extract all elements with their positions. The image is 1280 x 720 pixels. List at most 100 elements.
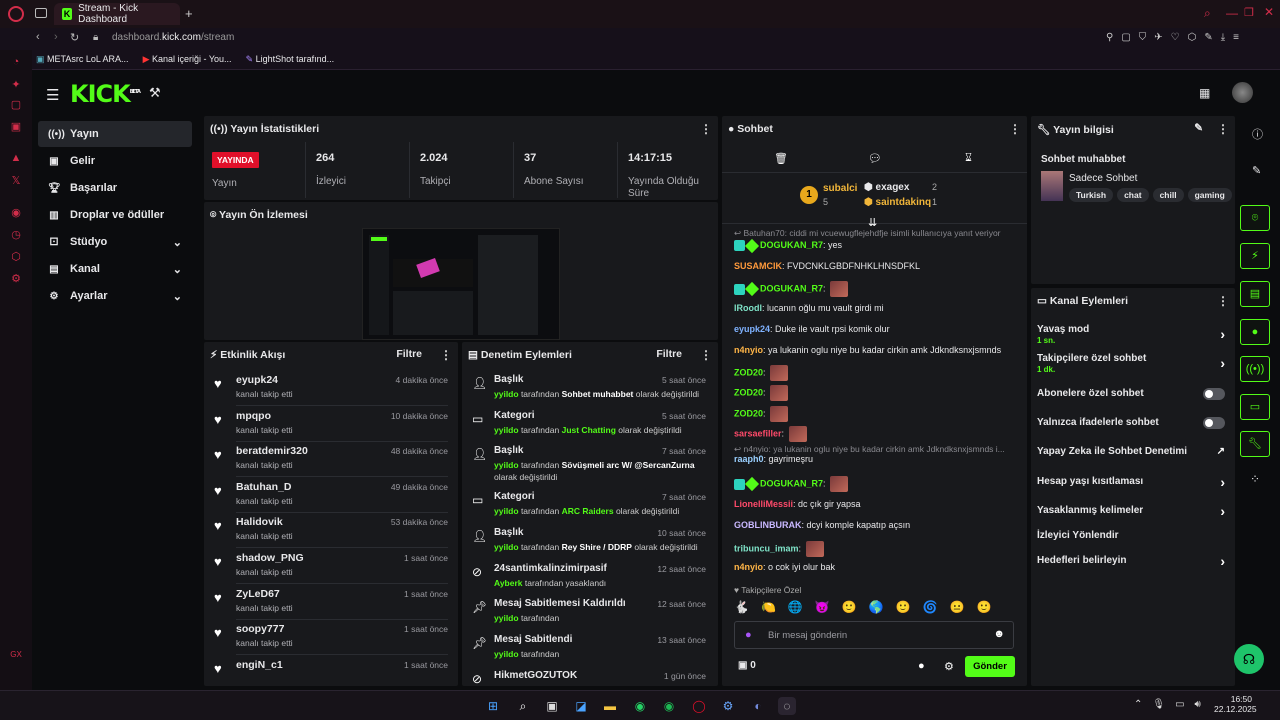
activity-item[interactable]: ♥ eyupk24 kanalı takip etti 4 dakika önce [204,368,458,406]
moderator-name[interactable]: Ayberk [494,578,523,588]
toggle-switch[interactable] [1203,417,1225,429]
chat-points[interactable]: ▣ 0 [738,660,756,671]
activity-item[interactable]: ♥ mpqpo kanalı takip etti 10 dakika önce [204,404,458,442]
tab-stream[interactable]: K Stream - Kick Dashboard [54,3,180,25]
folder-icon[interactable]: ▬ [601,697,619,715]
category-thumbnail[interactable] [1041,171,1063,201]
chat-message[interactable]: eyupk24: Duke ile vault rpsi komik olur [734,324,890,334]
sidebar-item-3[interactable]: ▥ Droplar ve ödüller [38,202,192,228]
opera-icon-4[interactable]: ▣ [0,120,32,133]
category-name[interactable]: Sadece Sohbet [1069,173,1137,184]
chat-message[interactable]: LionelliMessii: dc çık gir yapsa [734,499,861,509]
chat-username[interactable]: raaph0 [734,454,764,464]
chat-message[interactable]: sarsaefiller: [734,426,807,442]
activity-user[interactable]: Batuhan_D [236,481,291,493]
chat-username[interactable]: n4nyio [734,562,763,572]
activity-user[interactable]: shadow_PNG [236,552,304,564]
chat-input[interactable]: ● Bir mesaj gönderin ☻ [734,621,1014,649]
chat-username[interactable]: tribuncu_imam [734,543,799,553]
channel-action-item[interactable]: Abonelere özel sohbet [1031,388,1235,412]
chat-menu-icon[interactable]: ⋮ [1009,122,1021,136]
chat-message[interactable]: SUSAMCIK: FVDCNKLGBDFNHKLHNSDFKL [734,261,920,271]
channel-action-item[interactable]: Takipçilere özel sohbet 1 dk. › [1031,353,1235,377]
activity-menu-icon[interactable]: ⋮ [440,348,452,362]
chat-username[interactable]: DOGUKAN_R7 [760,240,823,250]
tag-turkish[interactable]: Turkish [1069,188,1114,202]
spotify-icon[interactable]: ◉ [660,697,678,715]
windows-start-icon[interactable]: ⊞ [484,697,502,715]
activity-item[interactable]: ♥ Batuhan_D kanalı takip etti 49 dakika önc… [204,475,458,513]
chevron-right-icon[interactable]: › [1220,503,1225,519]
back-icon[interactable]: ‹ [36,31,40,43]
chevron-down-icon[interactable]: ⌄ [173,263,182,276]
activity-user[interactable]: eyupk24 [236,374,278,386]
toggle-switch[interactable] [1203,388,1225,400]
channel-action-item[interactable]: Hesap yaşı kısıtlaması › [1031,474,1235,500]
external-link-icon[interactable]: ↗ [1217,446,1225,457]
channel-action-item[interactable]: Yapay Zeka ile Sohbet Denetimi ↗ [1031,446,1235,470]
reload-icon[interactable]: ↻ [70,31,79,44]
chat-username[interactable]: eyupk24 [734,324,770,334]
sidebar-item-4[interactable]: ⚀ Stüdyo ⌄ [38,229,192,255]
mic-icon[interactable]: ● [745,629,752,641]
chat-bubble-icon[interactable]: 💬︎ [868,152,882,165]
chevron-down-icon[interactable]: ⌄ [173,236,182,249]
chat-username[interactable]: DOGUKAN_R7 [760,283,823,293]
x-icon[interactable]: 𝕏 [0,174,32,187]
sidebar-item-6[interactable]: ⚙ Ayarlar ⌄ [38,283,192,309]
chat-message[interactable]: GOBLINBURAK: dcyi komple kapatıp açsın [734,520,910,530]
activity-user[interactable]: Halidovik [236,516,283,528]
tray-icons[interactable]: ⌃🎙︎▭🔊︎ [1134,699,1211,710]
chat-message[interactable]: n4nyio: o cok iyi olur bak [734,562,835,572]
opera-icon-5[interactable]: ▲ [0,152,32,164]
steam-icon[interactable]: ⚙ [719,697,737,715]
activity-user[interactable]: soopy777 [236,623,284,635]
activity-user[interactable]: mpqpo [236,410,271,422]
layout-icon[interactable]: ⁘ [1250,472,1260,486]
trash-icon[interactable]: 🗑︎ [774,152,788,165]
moderation-item[interactable]: 📌︎ Mesaj Sabitlendi 13 saat önce yyildo tar… [462,632,716,666]
chat-message[interactable]: raaph0: gayrimeşru [734,454,813,464]
sidebar-item-5[interactable]: ▤ Kanal ⌄ [38,256,192,282]
stream-info-menu-icon[interactable]: ⋮ [1217,122,1229,136]
chat-message[interactable]: ZOD20: [734,385,789,401]
rail-channel-actions-button[interactable]: ▭ [1240,394,1270,420]
rail-stats-button[interactable]: ((•)) [1240,356,1270,382]
activity-item[interactable]: ♥ engiN_c1 1 saat önce [204,653,458,686]
moderation-menu-icon[interactable]: ⋮ [700,348,712,362]
hammer-icon[interactable]: ⚒ [149,85,161,101]
chat-message[interactable]: DOGUKAN_R7: [734,281,849,297]
chat-username[interactable]: DOGUKAN_R7 [760,478,823,488]
stream-preview-video[interactable] [362,228,560,340]
chat-username[interactable]: lRoodl [734,303,762,313]
channel-action-item[interactable]: Yasaklanmış kelimeler › [1031,503,1235,529]
gx-icon[interactable]: GX [0,650,32,659]
rail-preview-button[interactable]: ⌾ [1240,205,1270,231]
discord-icon[interactable]: ◐ [749,697,767,715]
chat-username[interactable]: ZOD20 [734,387,763,397]
browser-toolbar-icons[interactable]: ⚲▢⛉✈♡⬡✎⤓≡ [1106,32,1247,43]
activity-item[interactable]: ♥ beratdemir320 kanalı takip etti 48 dakika… [204,439,458,478]
opera-gx-icon[interactable]: ◌ [778,697,796,715]
channel-action-item[interactable]: Yavaş mod 1 sn. › [1031,324,1235,348]
opera-icon-7[interactable]: ⬡ [0,250,32,263]
emoji-icon[interactable]: ☻ [993,628,1005,640]
moderation-item[interactable]: ▭ Kategori 5 saat önce yyildo tarafından Ju… [462,408,716,442]
rail-stream-info-button[interactable]: 🔧︎ [1240,431,1270,457]
chat-username[interactable]: sarsaefiller [734,428,782,438]
support-button[interactable]: ☊ [1234,644,1264,674]
activity-filter-button[interactable]: Filtre [396,348,422,362]
clock-icon[interactable]: ◷ [0,228,32,241]
tag-chill[interactable]: chill [1152,188,1184,202]
kick-logo[interactable]: KICKBETA [70,80,141,108]
outlook-icon[interactable]: ◪ [572,697,590,715]
rail-moderation-button[interactable]: ▤ [1240,281,1270,307]
opera-icon-2[interactable]: ✦ [0,78,32,91]
moderator-name[interactable]: yyildo [494,542,519,552]
rail-chat-button[interactable]: ● [1240,319,1270,345]
stats-menu-icon[interactable]: ⋮ [700,122,712,136]
moderator-name[interactable]: yyildo [494,460,519,470]
whatsapp-icon[interactable]: ◉ [631,697,649,715]
chat-username[interactable]: LionelliMessii [734,499,793,509]
search-icon[interactable]: ⌕ [514,697,532,715]
